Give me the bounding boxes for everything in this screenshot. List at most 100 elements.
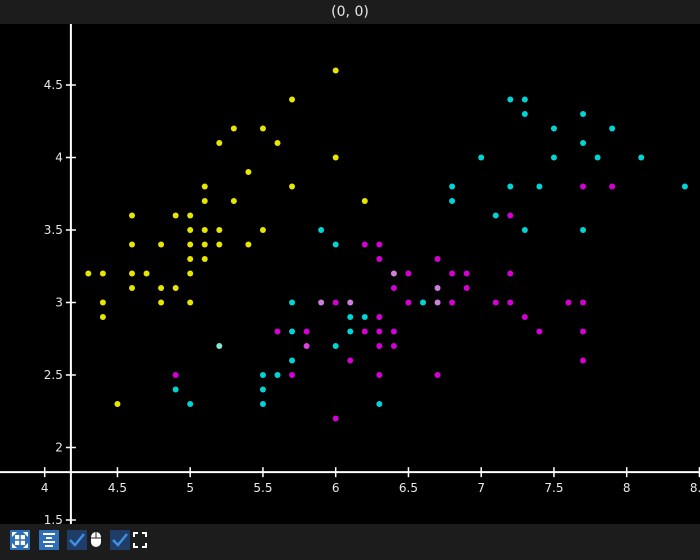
- data-point: [434, 299, 441, 306]
- data-point: [259, 227, 266, 233]
- data-point: [580, 328, 587, 335]
- data-point: [478, 154, 485, 161]
- data-point: [536, 328, 543, 335]
- data-point: [187, 270, 194, 277]
- y-tick-label: 3: [55, 296, 63, 310]
- data-point: [332, 299, 339, 306]
- data-point: [245, 241, 252, 248]
- data-point: [99, 270, 106, 277]
- data-point: [681, 183, 688, 190]
- fullscreen-icon: [133, 530, 147, 550]
- data-point: [230, 198, 237, 204]
- x-tick-label: 5: [186, 481, 194, 495]
- data-point: [230, 125, 237, 132]
- data-point: [332, 415, 339, 422]
- data-point: [172, 212, 179, 219]
- y-tick-label: 3.5: [44, 223, 63, 237]
- data-point: [376, 256, 383, 262]
- data-point: [187, 401, 194, 407]
- data-point: [274, 372, 281, 378]
- data-point: [347, 299, 354, 306]
- x-tick-label: 7: [477, 481, 485, 495]
- data-point: [390, 328, 397, 335]
- data-point: [507, 299, 514, 306]
- fit-arrows-icon: [12, 532, 28, 548]
- data-point: [201, 227, 208, 233]
- data-point: [609, 125, 616, 132]
- data-point: [594, 154, 601, 161]
- data-point: [449, 198, 456, 204]
- data-point: [434, 372, 441, 378]
- data-point: [216, 343, 223, 349]
- data-point: [99, 299, 106, 306]
- data-point: [638, 154, 645, 161]
- data-point: [259, 386, 266, 393]
- data-point: [376, 241, 383, 248]
- mouse-mode-checkbox[interactable]: [67, 530, 87, 550]
- data-point: [507, 183, 514, 190]
- data-point: [289, 96, 296, 103]
- data-point: [507, 270, 514, 277]
- data-point: [347, 314, 354, 320]
- data-point: [405, 299, 412, 306]
- mouse-icon: [90, 530, 102, 550]
- data-point: [172, 386, 179, 393]
- data-point: [187, 227, 194, 233]
- data-point: [158, 299, 165, 306]
- data-point: [143, 270, 150, 277]
- data-point: [289, 357, 296, 364]
- y-tick-label: 2: [55, 441, 63, 455]
- data-point: [609, 183, 616, 190]
- data-point: [521, 96, 528, 103]
- data-point: [449, 270, 456, 277]
- y-tick-label: 1.5: [44, 513, 63, 524]
- x-tick-label: 8: [623, 481, 631, 495]
- scatter-chart[interactable]: 4 4.5 5 5.5 6 6.5 7 7.5 8 8.5 1.5 2 2.5 3 3.5 4 4.5: [0, 24, 700, 524]
- data-point: [376, 328, 383, 335]
- y-tick-label: 2.5: [44, 368, 63, 382]
- data-point: [449, 299, 456, 306]
- x-tick-label: 6.5: [399, 481, 418, 495]
- data-point: [274, 140, 281, 146]
- data-point: [201, 256, 208, 262]
- data-point: [259, 125, 266, 132]
- data-point: [361, 314, 368, 320]
- data-point: [361, 241, 368, 248]
- data-point: [85, 270, 92, 277]
- plot-area[interactable]: 4 4.5 5 5.5 6 6.5 7 7.5 8 8.5 1.5 2 2.5 3 3.5 4 4.5: [0, 24, 700, 524]
- data-point: [187, 299, 194, 306]
- data-point: [201, 198, 208, 204]
- data-point: [434, 256, 441, 262]
- data-point: [507, 96, 514, 103]
- data-point: [318, 299, 325, 306]
- data-point: [580, 357, 587, 364]
- data-point: [361, 328, 368, 335]
- data-point: [376, 314, 383, 320]
- data-point: [390, 343, 397, 349]
- data-point: [449, 183, 456, 190]
- data-point: [463, 285, 470, 291]
- y-tick-label: 4: [55, 151, 63, 165]
- data-point: [187, 212, 194, 219]
- center-view-button[interactable]: [39, 530, 59, 550]
- data-point: [259, 401, 266, 407]
- data-point: [201, 241, 208, 248]
- data-point: [550, 154, 557, 161]
- data-point: [245, 169, 252, 175]
- align-center-icon: [43, 533, 55, 547]
- toolbar: [0, 524, 700, 560]
- data-point: [580, 140, 587, 146]
- data-point: [390, 270, 397, 277]
- data-point: [99, 314, 106, 320]
- fullscreen-checkbox[interactable]: [110, 530, 130, 550]
- data-point: [420, 299, 426, 306]
- x-tick-label: 6: [332, 481, 340, 495]
- data-point: [376, 372, 383, 378]
- data-point: [289, 299, 296, 306]
- data-point: [507, 212, 514, 219]
- fit-view-button[interactable]: [10, 530, 30, 550]
- data-point: [187, 256, 194, 262]
- data-point: [274, 328, 281, 335]
- data-point: [114, 401, 121, 407]
- data-point: [463, 270, 470, 277]
